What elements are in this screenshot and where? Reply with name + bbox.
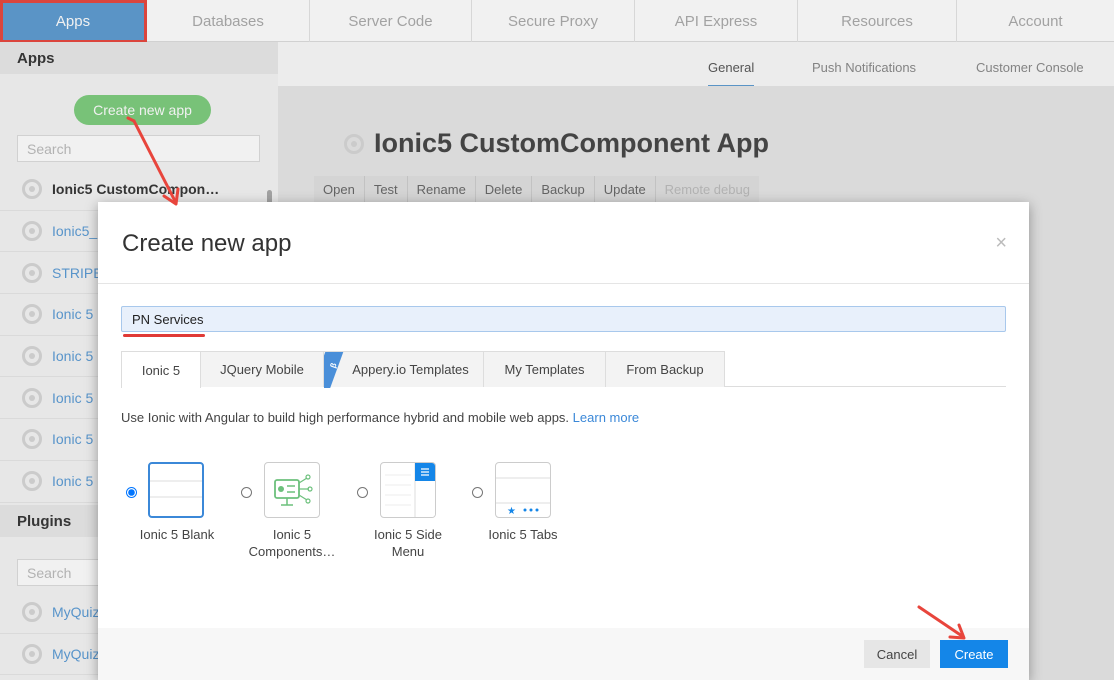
cancel-button[interactable]: Cancel: [864, 640, 930, 668]
learn-more-link[interactable]: Learn more: [573, 410, 639, 425]
dialog-header: Create new app ×: [98, 202, 1029, 284]
tab-ionic5[interactable]: Ionic 5: [121, 351, 201, 388]
tabs-template-icon[interactable]: ★: [495, 462, 551, 518]
close-icon[interactable]: ×: [995, 232, 1007, 255]
template-radio-blank[interactable]: [126, 487, 137, 498]
tab-jquery-mobile[interactable]: JQuery Mobile: [200, 351, 324, 387]
ionic-description: Use Ionic with Angular to build high per…: [121, 410, 640, 425]
template-options: Ionic 5 Blank Ionic 5 Components… Ionic …: [122, 462, 622, 582]
app-name-input[interactable]: [121, 306, 1006, 332]
template-label: Ionic 5 Blank: [139, 527, 215, 542]
template-label: Ionic 5 Components…: [248, 527, 336, 559]
create-app-dialog: Create new app × Ionic 5 JQuery Mobile β…: [98, 202, 1029, 680]
beta-ribbon: [324, 352, 350, 388]
template-radio-side-menu[interactable]: [357, 487, 368, 498]
tab-my-templates[interactable]: My Templates: [483, 351, 606, 387]
components-template-icon[interactable]: [264, 462, 320, 518]
template-source-tabs: Ionic 5 JQuery Mobile β Appery.io Templa…: [121, 351, 1006, 388]
tab-from-backup[interactable]: From Backup: [605, 351, 725, 387]
template-radio-tabs[interactable]: [472, 487, 483, 498]
create-button[interactable]: Create: [940, 640, 1008, 668]
template-label: Ionic 5 Tabs: [488, 527, 558, 542]
dialog-title: Create new app: [122, 230, 292, 257]
tab-appery-templates-label: Appery.io Templates: [352, 362, 469, 377]
svg-text:★: ★: [507, 506, 516, 517]
template-label: Ionic 5 Side Menu: [374, 527, 442, 559]
template-radio-components[interactable]: [241, 487, 252, 498]
annotation-underline: [123, 334, 205, 337]
tab-appery-templates[interactable]: β Appery.io Templates: [323, 351, 484, 387]
side-menu-template-icon[interactable]: [380, 462, 436, 518]
blank-template-icon[interactable]: [148, 462, 204, 518]
